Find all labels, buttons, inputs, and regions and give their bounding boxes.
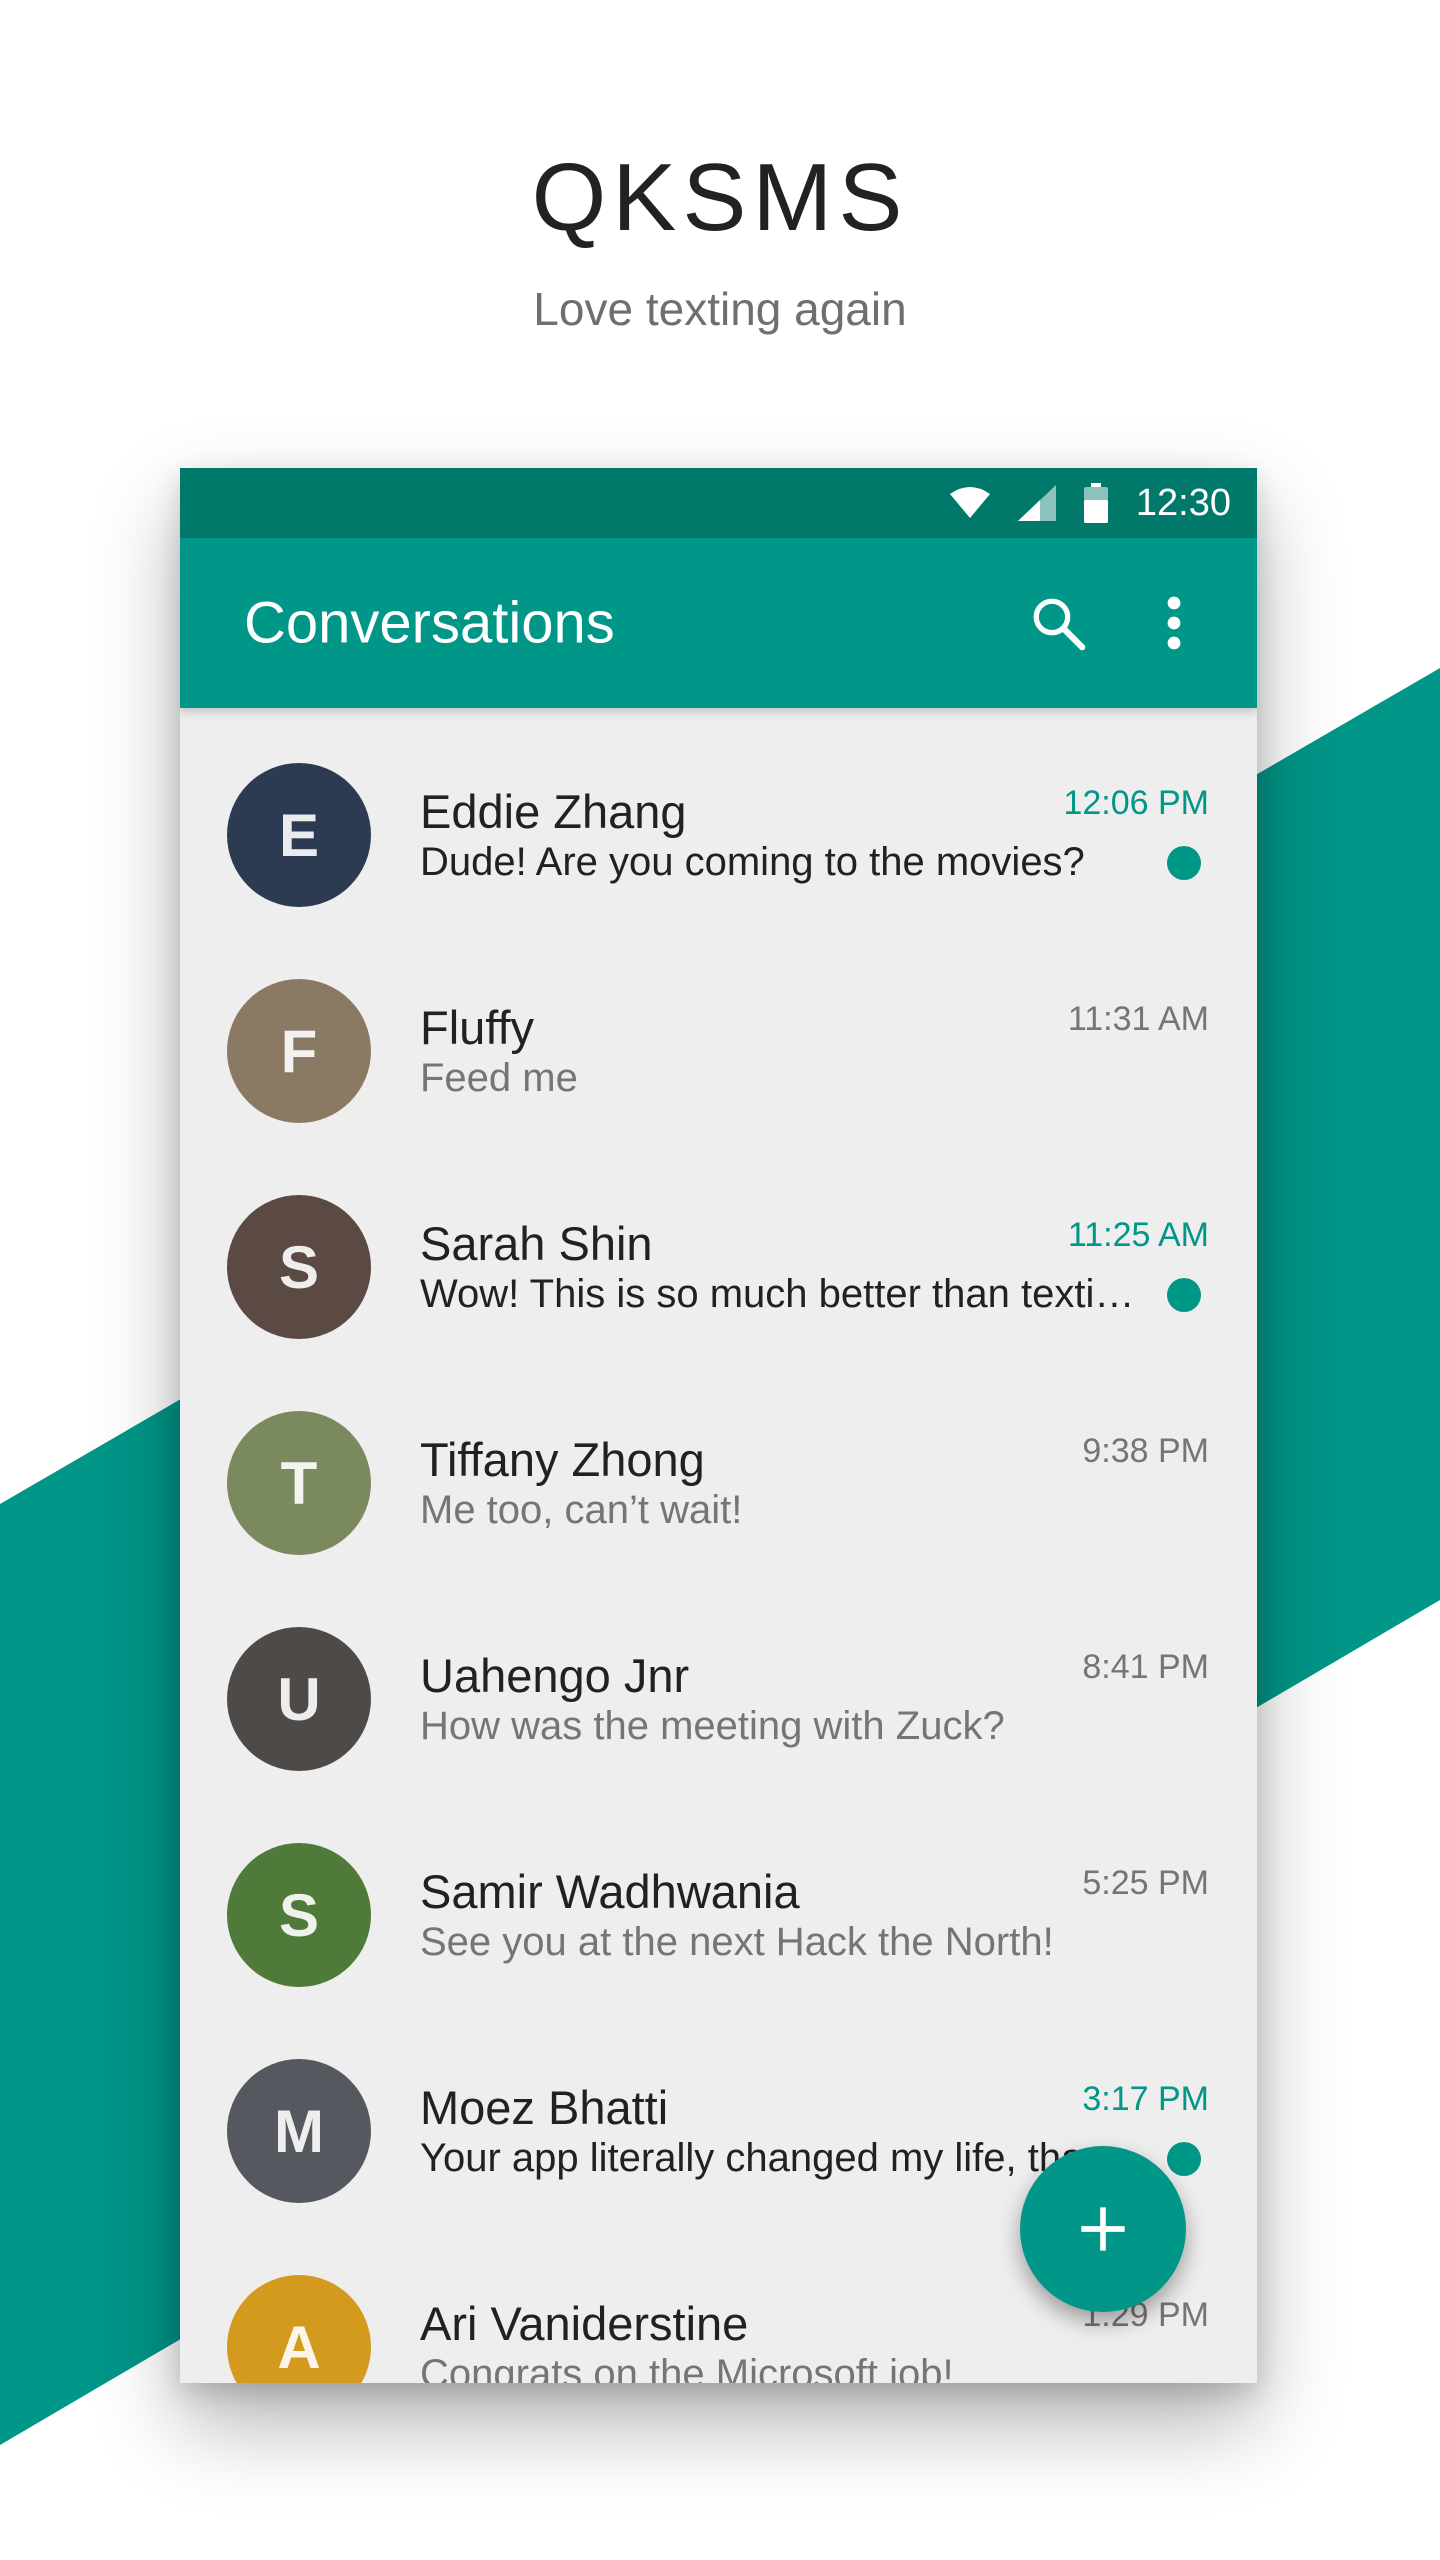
contact-name: Ari Vaniderstine [420,2297,749,2350]
contact-name: Moez Bhatti [420,2081,669,2134]
hero-title: QKSMS [531,144,909,251]
contact-name: Eddie Zhang [420,785,687,838]
timestamp: 12:06 PM [1063,784,1209,822]
search-icon [1033,598,1086,651]
timestamp: 11:25 AM [1067,1216,1209,1254]
message-preview: Wow! This is so much better than texting… [420,1272,1140,1316]
contact-name: Sarah Shin [420,1217,653,1270]
timestamp: 3:17 PM [1082,2080,1209,2118]
timestamp: 9:38 PM [1082,1432,1209,1470]
avatar[interactable]: S [227,1195,371,1339]
battery-icon [1083,483,1108,523]
unread-indicator [1167,2142,1201,2176]
avatar[interactable]: A [227,2275,371,2383]
avatar-initial: M [274,2097,324,2165]
status-bar: 12:30 [180,468,1257,538]
message-preview: Congrats on the Microsoft job! [420,2352,954,2383]
avatar[interactable]: E [227,763,371,907]
conversation-row[interactable]: S Sarah Shin Wow! This is so much better t… [180,1140,1257,1356]
avatar-initial: U [277,1665,321,1733]
message-preview: Feed me [420,1056,578,1100]
avatar-initial: T [280,1449,318,1517]
unread-indicator [1167,1278,1201,1312]
avatar[interactable]: U [227,1627,371,1771]
avatar[interactable]: S [227,1843,371,1987]
contact-name: Uahengo Jnr [420,1649,690,1702]
conversation-list: E Eddie Zhang Dude! Are you coming to the … [180,708,1257,2383]
conversation-row[interactable]: T Tiffany Zhong Me too, can’t wait! 9:38 PM [180,1356,1257,1572]
timestamp: 5:25 PM [1082,1864,1209,1902]
signal-icon [1017,485,1056,521]
app-bar-actions [1023,588,1209,658]
app-bar: Conversations [180,538,1257,708]
timestamp: 8:41 PM [1082,1648,1209,1686]
more-options-button[interactable] [1139,588,1209,658]
message-preview: How was the meeting with Zuck? [420,1704,1005,1748]
conversation-row[interactable]: F Fluffy Feed me 11:31 AM [180,924,1257,1140]
conversation-row[interactable]: U Uahengo Jnr How was the meeting with Zuc… [180,1572,1257,1788]
contact-name: Fluffy [420,1001,535,1054]
unread-indicator [1167,846,1201,880]
wifi-icon [949,486,990,520]
page-title: Conversations [244,590,615,656]
avatar[interactable]: F [227,979,371,1123]
message-preview: Dude! Are you coming to the movies? [420,840,1085,884]
avatar-initial: S [278,1233,320,1301]
status-time: 12:30 [1135,481,1231,524]
hero-subtitle: Love texting again [533,283,907,335]
compose-fab[interactable] [1020,2146,1186,2312]
message-preview: Your app literally changed my life, than… [420,2136,1140,2180]
search-button[interactable] [1023,588,1093,658]
avatar-initial: E [278,801,320,869]
hero: QKSMS Love texting again [0,150,1440,336]
avatar-initial: S [278,1881,320,1949]
avatar[interactable]: T [227,1411,371,1555]
avatar-initial: A [277,2313,321,2381]
phone-screen: 12:30 Conversations E Eddie Zhang Dude! Ar… [180,468,1257,2383]
message-preview: Me too, can’t wait! [420,1488,743,1532]
conversation-row[interactable]: S Samir Wadhwania See you at the next Hack… [180,1788,1257,2004]
timestamp: 11:31 AM [1067,1000,1209,1038]
conversation-row[interactable]: E Eddie Zhang Dude! Are you coming to the … [180,708,1257,924]
avatar[interactable]: M [227,2059,371,2203]
message-preview: See you at the next Hack the North! [420,1920,1054,1964]
contact-name: Tiffany Zhong [420,1433,705,1486]
contact-name: Samir Wadhwania [420,1865,800,1918]
avatar-initial: F [280,1017,318,1085]
plus-icon [1081,2207,1125,2251]
more-vert-icon [1167,596,1181,650]
